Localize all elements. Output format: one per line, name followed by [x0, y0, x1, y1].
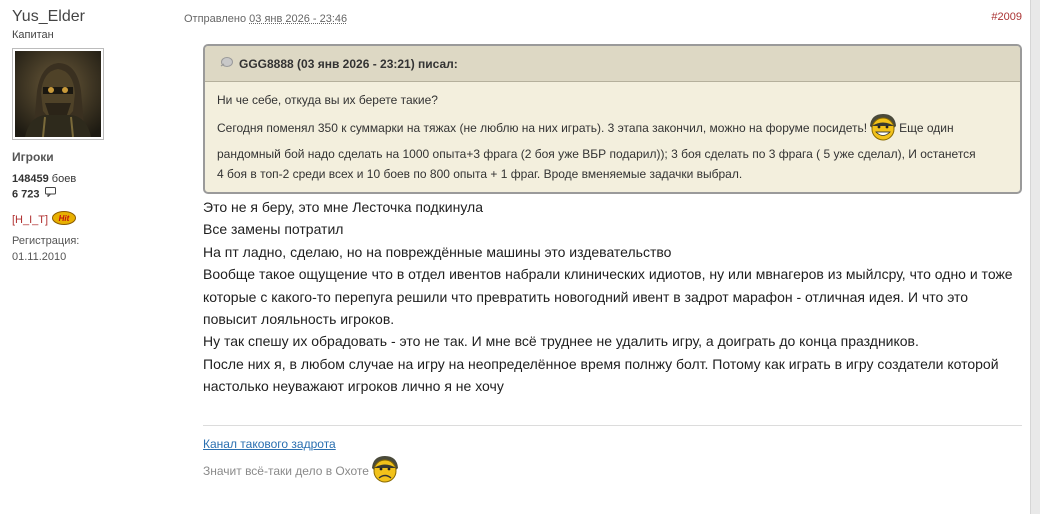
- avatar-image: [15, 51, 101, 137]
- post-line: Вообще такое ощущение что в отдел ивенто…: [203, 266, 1013, 283]
- signature-divider: [203, 425, 1022, 426]
- quote-block: GGG8888 (03 янв 2026 - 23:21) писал: Ни …: [203, 44, 1022, 194]
- quote-line: рандомный бой надо сделать на 1000 опыта…: [217, 147, 976, 161]
- author-panel: Yus_Elder Капитан Игроки 148459 боев 6 7…: [12, 8, 182, 263]
- grinning-soldier-smiley-icon: [867, 112, 899, 145]
- clan-tag[interactable]: [H_I_T]: [12, 214, 48, 226]
- author-name[interactable]: Yus_Elder: [12, 8, 182, 26]
- sent-label: Отправлено: [184, 13, 247, 25]
- author-rank: Капитан: [12, 29, 54, 41]
- quote-line-text: Сегодня поменял 350 к суммарки на тяжах …: [217, 121, 868, 135]
- quote-author: GGG8888 (03 янв 2026 - 23:21) писал:: [239, 56, 458, 71]
- quote-line: Сегодня поменял 350 к суммарки на тяжах …: [217, 113, 1008, 143]
- messages-value: 6 723: [12, 188, 40, 201]
- messages-count: 6 723: [12, 187, 182, 202]
- avatar[interactable]: [12, 48, 104, 140]
- battles-count: 148459 боев: [12, 172, 182, 187]
- battles-label: боев: [51, 173, 77, 185]
- sad-soldier-smiley-icon: [369, 453, 401, 488]
- post-date[interactable]: 03 янв 2026 - 23:46: [249, 13, 347, 25]
- post-line: Ну так спешу их обрадовать - это не так.…: [203, 333, 919, 350]
- speech-bubble-icon: [44, 187, 56, 202]
- post-line: На пт ладно, сделаю, но на повреждённые …: [203, 243, 672, 260]
- quote-body: Ни че себе, откуда вы их берете такие? С…: [205, 82, 1020, 184]
- post-body: Это не я беру, это мне Лесточка подкинул…: [203, 196, 1023, 398]
- clan-logo-icon[interactable]: Hit: [52, 211, 77, 228]
- quote-line: Ни че себе, откуда вы их берете такие?: [217, 93, 438, 107]
- quote-bubble-icon: [219, 56, 233, 71]
- signature-text-content: Значит всё-таки дело в Охоте: [203, 463, 369, 478]
- signature-text: Значит всё-таки дело в Охоте: [203, 453, 401, 488]
- author-stats: 148459 боев 6 723: [12, 172, 182, 202]
- battles-value: 148459: [12, 173, 49, 185]
- signature-link[interactable]: Канал такового задрота: [203, 437, 336, 451]
- post-line: Это не я беру, это мне Лесточка подкинул…: [203, 199, 483, 215]
- page-scrollbar[interactable]: [1030, 0, 1040, 514]
- clan-logo-text: Hit: [59, 214, 70, 223]
- post-line: настолько неуважают игроков лично я не х…: [203, 378, 504, 395]
- post-number-link[interactable]: #2009: [991, 11, 1022, 23]
- post-line: которые с какого-то перепуга решили что …: [203, 288, 969, 305]
- post-meta: Отправлено 03 янв 2026 - 23:46: [184, 13, 347, 25]
- clan-row: [H_I_T] Hit: [12, 211, 182, 228]
- post-line: повысит лояльность игроков.: [203, 310, 395, 327]
- registration-label: Регистрация:: [12, 235, 80, 248]
- post-line: После них я, в любом случае на игру на н…: [203, 355, 999, 372]
- quote-header: GGG8888 (03 янв 2026 - 23:21) писал:: [205, 46, 1020, 82]
- registration-date: 01.11.2010: [12, 251, 67, 264]
- post-line: Все замены потратил: [203, 221, 344, 238]
- quote-line: 4 боя в топ-2 среди всех и 10 боев по 80…: [217, 167, 743, 181]
- quote-line-text: Еще один: [899, 121, 954, 135]
- author-group: Игроки: [12, 150, 54, 164]
